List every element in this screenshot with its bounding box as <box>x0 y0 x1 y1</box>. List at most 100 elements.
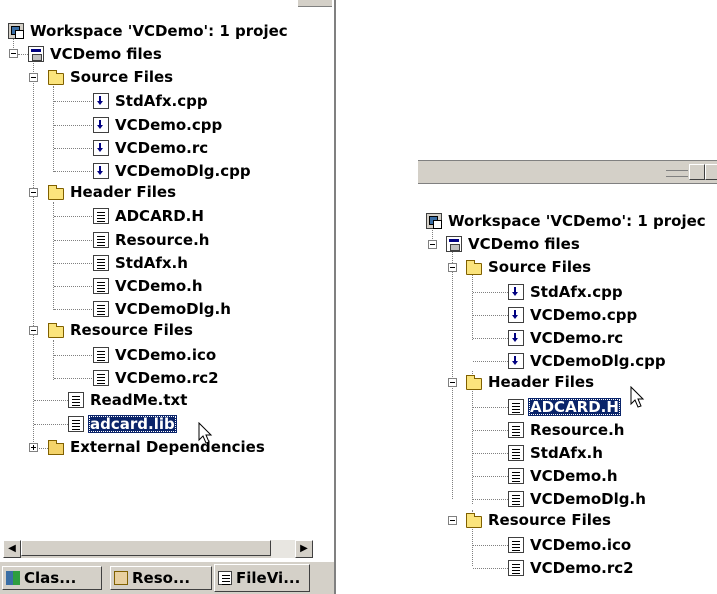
text-file-icon <box>93 208 109 224</box>
tab-label: Reso... <box>132 569 191 587</box>
left-arrow-icon: ◀ <box>8 543 16 554</box>
text-file-icon <box>93 347 109 363</box>
tree-item-label: Resource Files <box>70 321 193 339</box>
text-file-icon <box>508 491 524 507</box>
tree-line <box>473 292 508 293</box>
tree-line <box>34 424 68 425</box>
window-button[interactable] <box>689 164 705 180</box>
tab-resource-view[interactable]: Reso... <box>110 566 212 590</box>
tree-item-workspace[interactable]: Workspace 'VCDemo': 1 projec <box>426 210 708 232</box>
window-button[interactable] <box>705 164 717 180</box>
tree-item-file[interactable]: VCDemoDlg.h <box>93 298 233 320</box>
tree-line <box>53 202 54 310</box>
tree-item-file[interactable]: StdAfx.h <box>93 252 190 274</box>
tree-line <box>18 54 28 55</box>
collapse-toggle[interactable] <box>29 188 38 197</box>
window-title-strip <box>418 160 717 184</box>
tree-item-file[interactable]: VCDemo.rc2 <box>508 557 636 579</box>
tree-item-resource-files[interactable]: Resource Files <box>48 319 195 341</box>
tree-item-label: StdAfx.cpp <box>530 283 623 301</box>
tree-item-file[interactable]: VCDemo.rc <box>93 137 210 159</box>
tree-line <box>473 568 508 569</box>
open-folder-icon <box>48 184 64 200</box>
text-file-icon <box>68 392 84 408</box>
view-tab-bar: Clas... Reso... FileVi... <box>0 562 334 594</box>
tab-class-view[interactable]: Clas... <box>2 566 102 590</box>
tree-item-label: External Dependencies <box>70 438 265 456</box>
tree-item-project[interactable]: VCDemo files <box>28 43 164 65</box>
tree-item-label: Header Files <box>488 373 595 391</box>
tree-item-file[interactable]: Resource.h <box>508 419 626 441</box>
scroll-right-button[interactable]: ▶ <box>295 540 313 558</box>
horizontal-scrollbar[interactable]: ◀ ▶ <box>3 539 313 558</box>
tree-item-file[interactable]: VCDemoDlg.h <box>508 488 648 510</box>
tree-item-file[interactable]: StdAfx.cpp <box>93 90 210 112</box>
tree-item-file[interactable]: VCDemo.cpp <box>93 114 224 136</box>
tree-item-file[interactable]: Resource.h <box>93 229 211 251</box>
tree-item-label: VCDemoDlg.h <box>530 490 646 508</box>
tree-item-file[interactable]: VCDemoDlg.cpp <box>93 160 253 182</box>
tree-item-label: VCDemo files <box>468 235 580 253</box>
scroll-track[interactable] <box>271 540 295 558</box>
text-file-icon <box>508 422 524 438</box>
tree-item-readme[interactable]: ReadMe.txt <box>68 389 189 411</box>
tree-item-project[interactable]: VCDemo files <box>446 233 582 255</box>
collapse-toggle[interactable] <box>448 378 457 387</box>
tree-item-header-files[interactable]: Header Files <box>466 371 596 393</box>
source-file-icon <box>93 140 109 156</box>
tree-item-file[interactable]: VCDemo.rc2 <box>93 367 221 389</box>
tree-item-file[interactable]: VCDemo.h <box>508 465 620 487</box>
tree-line <box>473 430 508 431</box>
right-arrow-icon: ▶ <box>300 543 308 554</box>
tree-item-external-dependencies[interactable]: External Dependencies <box>48 436 267 458</box>
open-folder-icon <box>466 374 482 390</box>
collapse-toggle[interactable] <box>448 263 457 272</box>
source-file-icon <box>93 93 109 109</box>
tree-item-label: ADCARD.H <box>115 207 204 225</box>
tree-item-label: StdAfx.h <box>115 254 188 272</box>
tree-line <box>54 148 92 149</box>
tree-item-label: Workspace 'VCDemo': 1 projec <box>448 212 706 230</box>
text-file-icon <box>508 560 524 576</box>
tree-item-label: ReadMe.txt <box>90 391 188 409</box>
source-file-icon <box>508 353 524 369</box>
tree-item-adcard-h[interactable]: ADCARD.H <box>508 396 621 418</box>
collapse-toggle[interactable] <box>29 326 38 335</box>
tree-item-header-files[interactable]: Header Files <box>48 181 178 203</box>
collapse-toggle[interactable] <box>448 516 457 525</box>
tree-item-file[interactable]: VCDemoDlg.cpp <box>508 350 668 372</box>
tree-item-file[interactable]: StdAfx.cpp <box>508 281 625 303</box>
source-file-icon <box>93 117 109 133</box>
file-view-icon <box>218 571 232 585</box>
tree-item-source-files[interactable]: Source Files <box>466 256 593 278</box>
collapse-toggle[interactable] <box>9 49 18 58</box>
tree-item-label: Resource Files <box>488 511 611 529</box>
scroll-left-button[interactable]: ◀ <box>3 540 21 558</box>
tree-item-adcard-lib[interactable]: adcard.lib <box>68 413 177 435</box>
text-file-icon <box>93 301 109 317</box>
tree-item-workspace[interactable]: Workspace 'VCDemo': 1 projec <box>8 20 290 42</box>
tree-item-file[interactable]: StdAfx.h <box>508 442 605 464</box>
workspace-icon <box>8 23 24 39</box>
tree-item-file[interactable]: VCDemo.h <box>93 275 205 297</box>
scroll-thumb[interactable] <box>21 540 271 556</box>
tree-line <box>54 125 92 126</box>
tree-item-file[interactable]: ADCARD.H <box>93 205 206 227</box>
tree-item-resource-files[interactable]: Resource Files <box>466 509 613 531</box>
tree-line <box>54 263 92 264</box>
tree-line <box>473 499 508 500</box>
collapse-toggle[interactable] <box>29 73 38 82</box>
tree-item-file[interactable]: VCDemo.ico <box>508 534 633 556</box>
tree-line <box>34 400 68 401</box>
tree-item-file[interactable]: VCDemo.ico <box>93 344 218 366</box>
tree-line <box>473 476 508 477</box>
tab-file-view[interactable]: FileVi... <box>214 564 310 592</box>
tree-item-file[interactable]: VCDemo.rc <box>508 327 625 349</box>
tree-line <box>54 171 92 172</box>
tree-item-file[interactable]: VCDemo.cpp <box>508 304 639 326</box>
tree-line <box>53 340 54 380</box>
collapse-toggle[interactable] <box>428 240 437 249</box>
tree-item-source-files[interactable]: Source Files <box>48 66 175 88</box>
tree-item-label: VCDemo.h <box>530 467 618 485</box>
expand-toggle[interactable] <box>29 443 38 452</box>
